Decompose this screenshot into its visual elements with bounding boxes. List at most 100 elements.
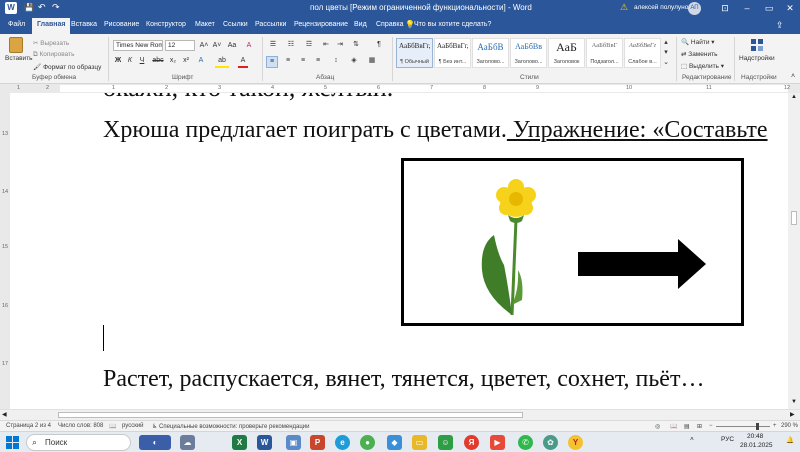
picture-frame[interactable]	[401, 158, 744, 326]
chrome-icon[interactable]: ●	[360, 435, 375, 450]
tab-review[interactable]: Рецензирование	[294, 21, 348, 28]
subscript-button[interactable]: x₂	[167, 56, 179, 66]
accessibility-status[interactable]: ♿ Специальные возможности: проверьте рек…	[152, 423, 310, 430]
styles-more-icon[interactable]: ⌄	[662, 58, 670, 68]
autosave-icon[interactable]: 💾	[24, 3, 34, 12]
style-subtle-emphasis[interactable]: АаБбВвГг Слабое в...	[624, 38, 661, 68]
text-effects-icon[interactable]: A	[196, 56, 206, 66]
style-no-spacing[interactable]: АаБбВвГг, ¶ Без инт...	[434, 38, 471, 68]
app-icon[interactable]: ✿	[543, 435, 558, 450]
format-painter-button[interactable]: 🖌 Формат по образцу	[33, 63, 101, 71]
tab-draw[interactable]: Рисование	[104, 21, 139, 28]
powerpoint-icon[interactable]: P	[310, 435, 325, 450]
ribbon-options-icon[interactable]: ⊡	[716, 1, 734, 16]
scroll-up-icon[interactable]: ▲	[791, 94, 797, 100]
underline-button[interactable]: Ч	[137, 56, 147, 66]
yandex-icon[interactable]: Я	[464, 435, 479, 450]
file-explorer-icon[interactable]: ◆	[387, 435, 402, 450]
align-right-icon[interactable]: ≡	[297, 56, 309, 66]
select-button[interactable]: ⬚ Выделить ▾	[681, 62, 724, 70]
strikethrough-button[interactable]: abc	[151, 56, 165, 66]
multilevel-list-icon[interactable]: ☲	[302, 40, 316, 50]
shading-icon[interactable]: ◈	[348, 56, 360, 66]
word-icon[interactable]: W	[257, 435, 272, 450]
document-page[interactable]: окажи, кто такой, желтый. Хрюша предлага…	[10, 93, 788, 409]
align-center-icon[interactable]: ≡	[282, 56, 294, 66]
tab-home[interactable]: Главная	[32, 18, 71, 34]
page-count[interactable]: Страница 2 из 4	[6, 423, 51, 429]
justify-icon[interactable]: ≡	[312, 56, 324, 66]
vertical-ruler[interactable]: 13 14 15 16 17	[0, 93, 10, 409]
focus-mode-icon[interactable]: ◎	[655, 423, 660, 430]
tab-layout[interactable]: Макет	[195, 21, 215, 28]
tab-view[interactable]: Вид	[354, 21, 367, 28]
dandelion-image[interactable]	[464, 175, 564, 325]
superscript-button[interactable]: x²	[180, 56, 192, 66]
android-app-icon[interactable]: ☺	[438, 435, 453, 450]
style-heading-1[interactable]: АаБбВ Заголово...	[472, 38, 509, 68]
change-case-icon[interactable]: Aa	[225, 41, 239, 51]
style-subtitle[interactable]: АаБбВвГ Подзагол...	[586, 38, 623, 68]
collapse-ribbon-icon[interactable]: ˄	[788, 72, 798, 82]
paste-icon[interactable]	[9, 37, 23, 53]
excel-icon[interactable]: X	[232, 435, 247, 450]
paste-button[interactable]: Вставить	[5, 55, 33, 62]
task-view-icon[interactable]: ◐	[139, 435, 171, 450]
taskbar-search-input[interactable]: ⌕ Поиск	[26, 434, 131, 451]
restore-button[interactable]: ▭	[760, 1, 778, 16]
tab-design[interactable]: Конструктор	[146, 21, 186, 28]
scroll-thumb[interactable]	[791, 211, 797, 225]
tab-references[interactable]: Ссылки	[223, 21, 248, 28]
style-heading-2[interactable]: АаБбВв Заголово...	[510, 38, 547, 68]
styles-scroll-up-icon[interactable]: ▴	[662, 38, 670, 48]
styles-scroll-down-icon[interactable]: ▾	[662, 48, 670, 58]
font-name-select[interactable]: Times New Roman	[113, 40, 163, 51]
style-title[interactable]: АаБ Заголовок	[548, 38, 585, 68]
bold-button[interactable]: Ж	[113, 56, 123, 66]
explorer-icon[interactable]: ▭	[412, 435, 427, 450]
whatsapp-icon[interactable]: ✆	[518, 435, 533, 450]
tell-me-search[interactable]: Что вы хотите сделать?	[414, 21, 491, 28]
increase-indent-icon[interactable]: ⇥	[334, 40, 346, 50]
yandex-browser-icon[interactable]: Y	[568, 435, 583, 450]
italic-button[interactable]: К	[125, 56, 135, 66]
shrink-font-icon[interactable]: A˅	[211, 41, 223, 51]
undo-icon[interactable]: ↶	[38, 2, 46, 13]
font-size-select[interactable]: 12	[165, 40, 195, 51]
read-mode-icon[interactable]: 📖	[670, 423, 677, 430]
avatar[interactable]: АП	[688, 2, 701, 15]
scroll-left-icon[interactable]: ◀	[2, 411, 7, 418]
web-layout-icon[interactable]: ⊞	[697, 423, 702, 430]
language-indicator[interactable]: РУС	[721, 436, 734, 443]
grow-font-icon[interactable]: A˄	[198, 41, 210, 51]
scroll-down-icon[interactable]: ▼	[791, 399, 797, 405]
highlight-button[interactable]: ab	[215, 56, 229, 68]
find-button[interactable]: 🔍 Найти ▾	[681, 38, 715, 46]
tab-mailings[interactable]: Рассылки	[255, 21, 286, 28]
tab-file[interactable]: Файл	[8, 21, 25, 28]
language-indicator[interactable]: русский	[122, 423, 144, 429]
widgets-icon[interactable]: ☁	[180, 435, 195, 450]
redo-icon[interactable]: ↷	[52, 2, 60, 13]
font-color-button[interactable]: A	[238, 56, 248, 68]
notification-bell-icon[interactable]: 🔔	[786, 436, 794, 444]
right-arrow-shape[interactable]	[578, 239, 708, 289]
share-icon[interactable]: ⇪	[776, 20, 784, 31]
cut-button[interactable]: ✂ Вырезать	[33, 39, 69, 47]
media-player-icon[interactable]: ▶	[490, 435, 505, 450]
minimize-button[interactable]: –	[738, 1, 756, 16]
word-count[interactable]: Число слов: 808	[58, 423, 103, 429]
align-left-icon[interactable]: ≡	[266, 56, 278, 68]
show-marks-button[interactable]: ¶	[374, 40, 384, 50]
tab-insert[interactable]: Вставка	[71, 21, 97, 28]
vertical-scrollbar[interactable]: ▲ ▼	[788, 93, 800, 409]
style-normal[interactable]: АаБбВвГг, ¶ Обычный	[396, 38, 433, 68]
photos-icon[interactable]: ▣	[286, 435, 301, 450]
proofing-icon[interactable]: 📖	[109, 423, 116, 430]
zoom-slider[interactable]	[716, 423, 770, 430]
decrease-indent-icon[interactable]: ⇤	[320, 40, 332, 50]
sort-icon[interactable]: ⇅	[350, 40, 362, 50]
borders-icon[interactable]: ▦	[366, 56, 378, 66]
close-button[interactable]: ✕	[781, 1, 799, 16]
clock-date[interactable]: 28.01.2025	[740, 442, 773, 449]
